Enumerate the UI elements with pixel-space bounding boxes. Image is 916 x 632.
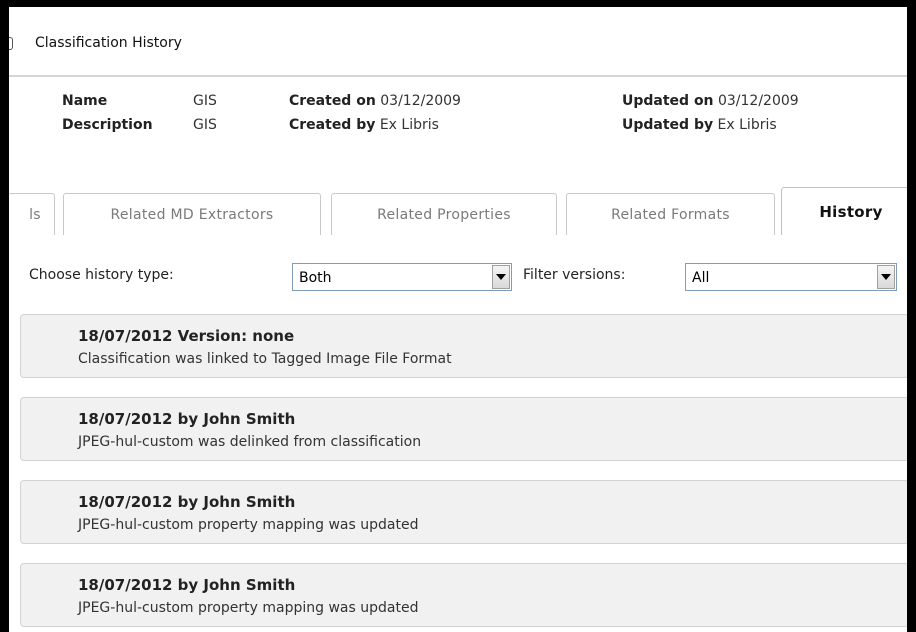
- classification-history-window: Classification History Name GIS Descript…: [0, 0, 916, 632]
- history-entry-header: 18/07/2012 by John Smith: [78, 493, 296, 511]
- history-type-label: Choose history type:: [29, 267, 174, 283]
- history-entry-text: JPEG-hul-custom property mapping was upd…: [78, 517, 419, 533]
- chevron-down-icon: [881, 274, 891, 280]
- tab-related-properties[interactable]: Related Properties: [331, 193, 557, 235]
- history-type-dropdown-button[interactable]: [492, 265, 510, 289]
- tab-related-formats[interactable]: Related Formats: [566, 193, 775, 235]
- tab-bar: ls Related MD Extractors Related Propert…: [9, 187, 907, 235]
- created-by-label: Created by: [289, 117, 376, 133]
- history-entry: 18/07/2012 by John Smith JPEG-hul-custom…: [20, 397, 907, 461]
- created-on-value: 03/12/2009: [380, 93, 461, 109]
- window-icon: [9, 37, 13, 50]
- chevron-down-icon: [496, 274, 506, 280]
- filter-versions-value: All: [692, 270, 710, 286]
- history-type-value: Both: [299, 270, 332, 286]
- updated-on-label: Updated on: [622, 93, 714, 109]
- history-entry-header: 18/07/2012 by John Smith: [78, 410, 296, 428]
- history-entry: 18/07/2012 Version: none Classification …: [20, 314, 907, 378]
- description-label: Description: [62, 117, 153, 133]
- name-value: GIS: [193, 93, 217, 109]
- created-by-value: Ex Libris: [379, 117, 439, 133]
- history-type-select[interactable]: Both: [292, 263, 512, 291]
- history-entry: 18/07/2012 by John Smith JPEG-hul-custom…: [20, 563, 907, 627]
- updated-by-label: Updated by: [622, 117, 714, 133]
- tab-details[interactable]: ls: [9, 193, 55, 235]
- name-label: Name: [62, 93, 108, 109]
- description-value: GIS: [193, 117, 217, 133]
- history-entry-text: JPEG-hul-custom was delinked from classi…: [78, 434, 422, 450]
- window-title: Classification History: [35, 35, 182, 51]
- updated-by-value: Ex Libris: [717, 117, 777, 133]
- history-entry: 18/07/2012 by John Smith JPEG-hul-custom…: [20, 480, 907, 544]
- filter-bar: Choose history type: Both Filter version…: [9, 257, 907, 297]
- updated-on-value: 03/12/2009: [717, 93, 799, 109]
- filter-versions-dropdown-button[interactable]: [877, 265, 895, 289]
- tab-history[interactable]: History: [781, 187, 907, 235]
- filter-versions-select[interactable]: All: [685, 263, 897, 291]
- history-entry-header: 18/07/2012 by John Smith: [78, 576, 296, 594]
- history-entry-text: Classification was linked to Tagged Imag…: [78, 351, 452, 367]
- title-divider: [9, 75, 907, 77]
- title-bar: Classification History: [9, 7, 907, 77]
- created-on-label: Created on: [289, 93, 376, 109]
- history-entry-text: JPEG-hul-custom property mapping was upd…: [78, 600, 419, 616]
- history-entry-header: 18/07/2012 Version: none: [78, 327, 295, 345]
- filter-versions-label: Filter versions:: [523, 267, 626, 283]
- tab-related-md-extractors[interactable]: Related MD Extractors: [63, 193, 321, 235]
